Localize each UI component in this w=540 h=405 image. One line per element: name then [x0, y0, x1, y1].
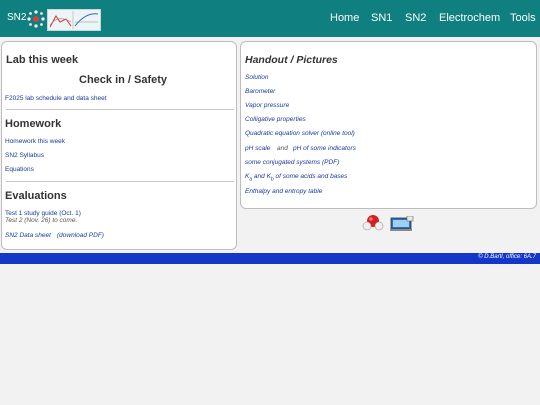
nav-home[interactable]: Home: [330, 12, 359, 24]
barometer-link[interactable]: Barometer: [245, 88, 275, 95]
ph-scale-link[interactable]: pH scale: [245, 145, 270, 152]
ph-indicators-link[interactable]: pH of some indicators: [293, 145, 356, 152]
and-text: and: [277, 145, 288, 152]
conjugated-systems-link[interactable]: some conjugated systems (PDF): [245, 159, 339, 166]
solution-link[interactable]: Solution: [245, 74, 269, 81]
test1-study-guide-link[interactable]: Test 1 study guide (Oct. 1): [5, 210, 81, 217]
chart-logo-icon: [47, 9, 101, 31]
divider: [6, 181, 234, 182]
nav-electrochem[interactable]: Electrochem: [439, 12, 500, 24]
handout-heading: Handout / Pictures: [245, 54, 338, 66]
atom-logo-icon: [27, 10, 45, 28]
syllabus-link[interactable]: SN2 Syllabus: [5, 152, 44, 159]
lab-heading: Lab this week: [6, 54, 79, 66]
data-sheet-link[interactable]: SN2 Data sheet: [5, 232, 51, 239]
computer-icon[interactable]: [390, 216, 414, 232]
homework-this-week-link[interactable]: Homework this week: [5, 138, 65, 145]
molecule-icon[interactable]: [362, 211, 384, 233]
right-panel: Handout / Pictures Solution Barometer Va…: [240, 41, 537, 209]
ka-rest: of some acids and bases: [273, 173, 348, 180]
homework-heading: Homework: [5, 118, 62, 130]
ka-kb-link[interactable]: Ka and Kb of some acids and bases: [245, 173, 347, 182]
ka-and: and K: [252, 173, 271, 180]
left-panel: Lab this week Check in / Safety F2025 la…: [1, 41, 237, 250]
download-pdf-link[interactable]: (download PDF): [57, 232, 104, 239]
top-navbar: SN2 Home SN1 SN2 Electrochem Tools: [0, 0, 540, 37]
lab-schedule-link[interactable]: F2025 lab schedule and data sheet: [5, 95, 107, 102]
footer-credit: © D.Bartl, office: 6A.7: [478, 254, 536, 260]
brand-label[interactable]: SN2: [7, 12, 26, 23]
checkin-heading: Check in / Safety: [79, 74, 168, 86]
colligative-link[interactable]: Colligative properties: [245, 116, 306, 123]
nav-tools[interactable]: Tools: [510, 12, 536, 24]
enthalpy-table-link[interactable]: Enthalpy and entropy table: [245, 188, 322, 195]
divider: [6, 109, 234, 110]
evaluations-heading: Evaluations: [5, 190, 67, 202]
footer-bar: © D.Bartl, office: 6A.7: [0, 253, 540, 264]
quadratic-solver-link[interactable]: Quadratic equation solver (online tool): [245, 130, 355, 137]
test2-note: Test 2 (Nov. 26) to come.: [5, 217, 78, 224]
equations-link[interactable]: Equations: [5, 166, 34, 173]
nav-sn2[interactable]: SN2: [405, 12, 426, 24]
nav-sn1[interactable]: SN1: [371, 12, 392, 24]
vapor-pressure-link[interactable]: Vapor pressure: [245, 102, 289, 109]
